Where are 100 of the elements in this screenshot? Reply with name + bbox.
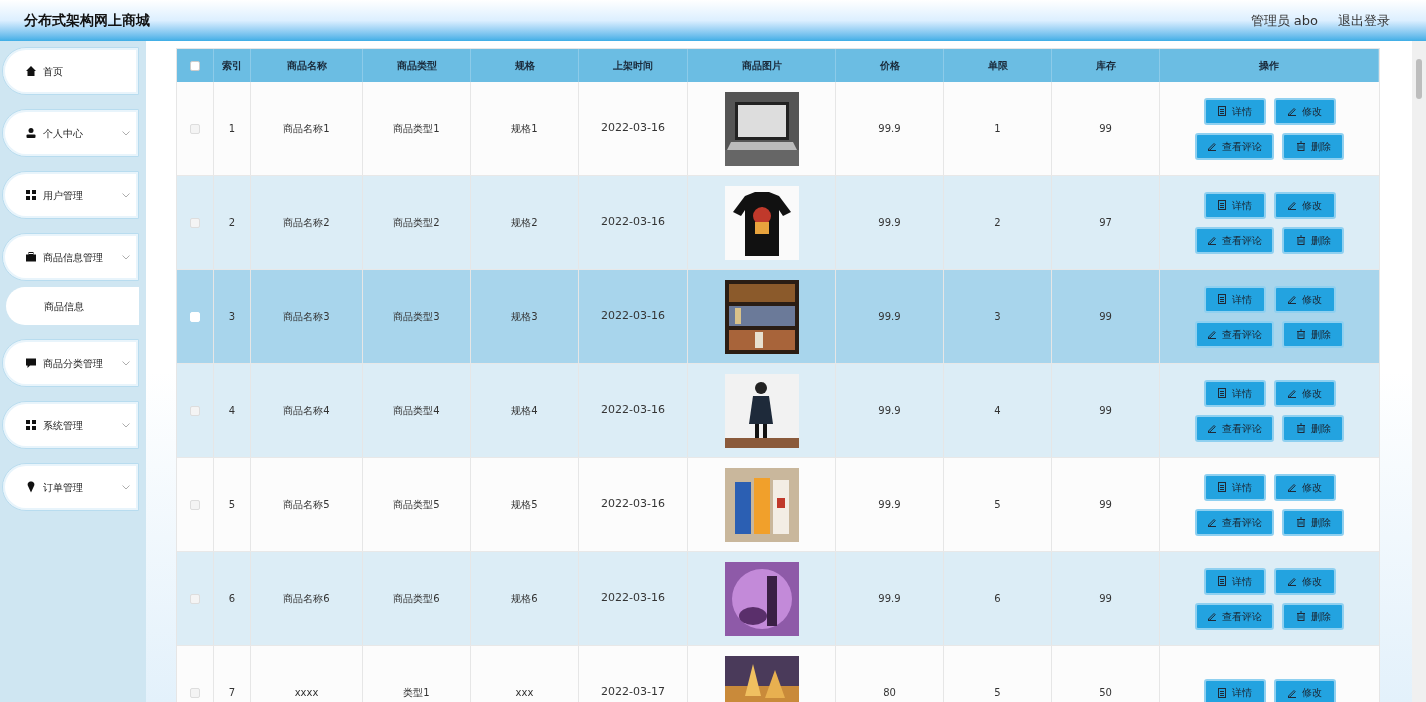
table-cell-text: 1 [228,122,236,136]
column-header: 商品名称 [286,59,327,73]
action-button[interactable]: 删除 [1282,320,1344,348]
pen-icon [1287,200,1297,210]
action-button[interactable]: 查看评论 [1195,320,1274,348]
table-cell-text: 4 [228,404,236,418]
table-cell-text: 规格1 [511,122,538,136]
pen-icon [1207,423,1217,433]
table-row[interactable]: 3 商品名称3 商品类型3 规格3 2022-03-16 99.9 3 99 详情 修改 查看评论 删除 [177,270,1379,364]
table-row[interactable]: 1 商品名称1 商品类型1 规格1 2022-03-16 99.9 1 99 详情 修改 查看评论 删除 [177,82,1379,176]
sidebar-item[interactable]: 系统管理 [2,401,139,449]
row-checkbox[interactable] [190,123,200,134]
action-button[interactable]: 删除 [1282,508,1344,536]
table-cell: 2022-03-16 [601,308,665,325]
table-cell-text: 1 [994,122,1001,136]
action-button[interactable]: 详情 [1203,379,1266,407]
action-button[interactable]: 查看评论 [1195,602,1274,630]
action-button[interactable]: 查看评论 [1195,508,1274,536]
sidebar-item[interactable]: 商品信息管理 [2,233,139,281]
action-button[interactable]: 查看评论 [1195,226,1274,254]
table-cell-text: 99.9 [878,498,901,512]
pen-icon [1287,294,1297,304]
action-button[interactable]: 详情 [1203,679,1266,702]
sidebar-item[interactable]: 个人中心 [2,109,139,157]
action-button[interactable]: 详情 [1203,97,1266,125]
action-button[interactable]: 查看评论 [1195,132,1274,160]
pen-icon [1207,141,1217,151]
sidebar-item[interactable]: 商品分类管理 [2,339,139,387]
logout-link[interactable]: 退出登录 [1338,10,1390,31]
site-title: 分布式架构网上商城 [24,11,150,30]
table-cell-text: 商品名称6 [283,592,330,606]
submenu-item[interactable]: 商品信息 [6,287,139,325]
table-row[interactable]: 5 商品名称5 商品类型5 规格5 2022-03-16 99.9 5 99 详情 修改 查看评论 删除 [177,458,1379,552]
table-cell-text: 规格4 [511,404,538,418]
action-button[interactable]: 修改 [1273,285,1336,313]
table-cell-text: 99.9 [878,122,901,136]
document-icon [1217,388,1227,398]
row-checkbox[interactable] [190,217,200,228]
scrollbar-thumb[interactable] [1416,59,1422,99]
table-cell-text: 规格6 [511,592,538,606]
table-cell-text: 99 [1099,592,1112,606]
table-cell-text: 商品名称1 [283,122,330,136]
table-cell-text: 商品类型6 [393,592,440,606]
action-button[interactable]: 详情 [1203,191,1266,219]
user-icon [25,127,37,139]
column-header: 上架时间 [613,59,653,73]
action-button[interactable]: 修改 [1273,679,1336,702]
action-button[interactable]: 详情 [1203,285,1266,313]
table-cell-text: 99 [1099,498,1112,512]
action-button[interactable]: 查看评论 [1195,414,1274,442]
pen-icon [1207,329,1217,339]
table-cell-text: 4 [994,404,1001,418]
sidebar-item[interactable]: 首页 [2,47,139,95]
trash-icon [1295,235,1306,245]
action-button[interactable]: 修改 [1273,473,1336,501]
table-cell-text: 商品名称4 [283,404,330,418]
sidebar-item[interactable]: 订单管理 [2,463,139,511]
table-cell-text: 99 [1099,310,1112,324]
row-checkbox[interactable] [190,499,200,510]
action-button[interactable]: 详情 [1203,567,1266,595]
trash-icon [1295,141,1306,151]
table-cell-text: 商品名称5 [283,498,330,512]
table-cell-text: 6 [994,592,1001,606]
pen-icon [1287,687,1297,698]
table-cell-text: 5 [994,686,1001,700]
pin-icon [25,481,37,493]
table-cell-text: 99.9 [878,592,901,606]
column-header: 操作 [1259,59,1279,73]
table-row[interactable]: 2 商品名称2 商品类型2 规格2 2022-03-16 99.9 2 97 详情 修改 查看评论 删除 [177,176,1379,270]
action-button[interactable]: 删除 [1282,602,1344,630]
table-row[interactable]: 6 商品名称6 商品类型6 规格6 2022-03-16 99.9 6 99 详情 修改 查看评论 删除 [177,552,1379,646]
table-cell-text: 规格2 [511,216,538,230]
table-cell-text: 商品类型2 [393,216,440,230]
select-all-checkbox[interactable] [190,60,200,71]
sidebar-item[interactable]: 用户管理 [2,171,139,219]
action-button[interactable]: 删除 [1282,226,1344,254]
action-button[interactable]: 删除 [1282,414,1344,442]
table-cell: 2022-03-16 [601,120,665,137]
trash-icon [1295,611,1306,621]
table-cell-text: 商品名称3 [283,310,330,324]
action-button[interactable]: 修改 [1273,97,1336,125]
table-cell-text: 99 [1099,122,1112,136]
table-cell-text: 80 [883,686,896,700]
action-button[interactable]: 修改 [1273,567,1336,595]
row-checkbox[interactable] [190,687,200,698]
action-button[interactable]: 删除 [1282,132,1344,160]
pen-icon [1207,517,1217,527]
grid-icon [25,419,37,431]
table-cell-text: 99 [1099,404,1112,418]
action-button[interactable]: 修改 [1273,379,1336,407]
action-button[interactable]: 详情 [1203,473,1266,501]
row-checkbox[interactable] [190,405,200,416]
table-row[interactable]: 4 商品名称4 商品类型4 规格4 2022-03-16 99.9 4 99 详情 修改 查看评论 删除 [177,364,1379,458]
pen-icon [1287,576,1297,586]
action-button[interactable]: 修改 [1273,191,1336,219]
table-cell-text: 99.9 [878,404,901,418]
table-cell-text: 商品类型1 [393,122,440,136]
table-cell-text: 7 [228,686,236,700]
row-checkbox[interactable] [190,593,200,604]
table-cell-text: xxxx [294,686,319,700]
